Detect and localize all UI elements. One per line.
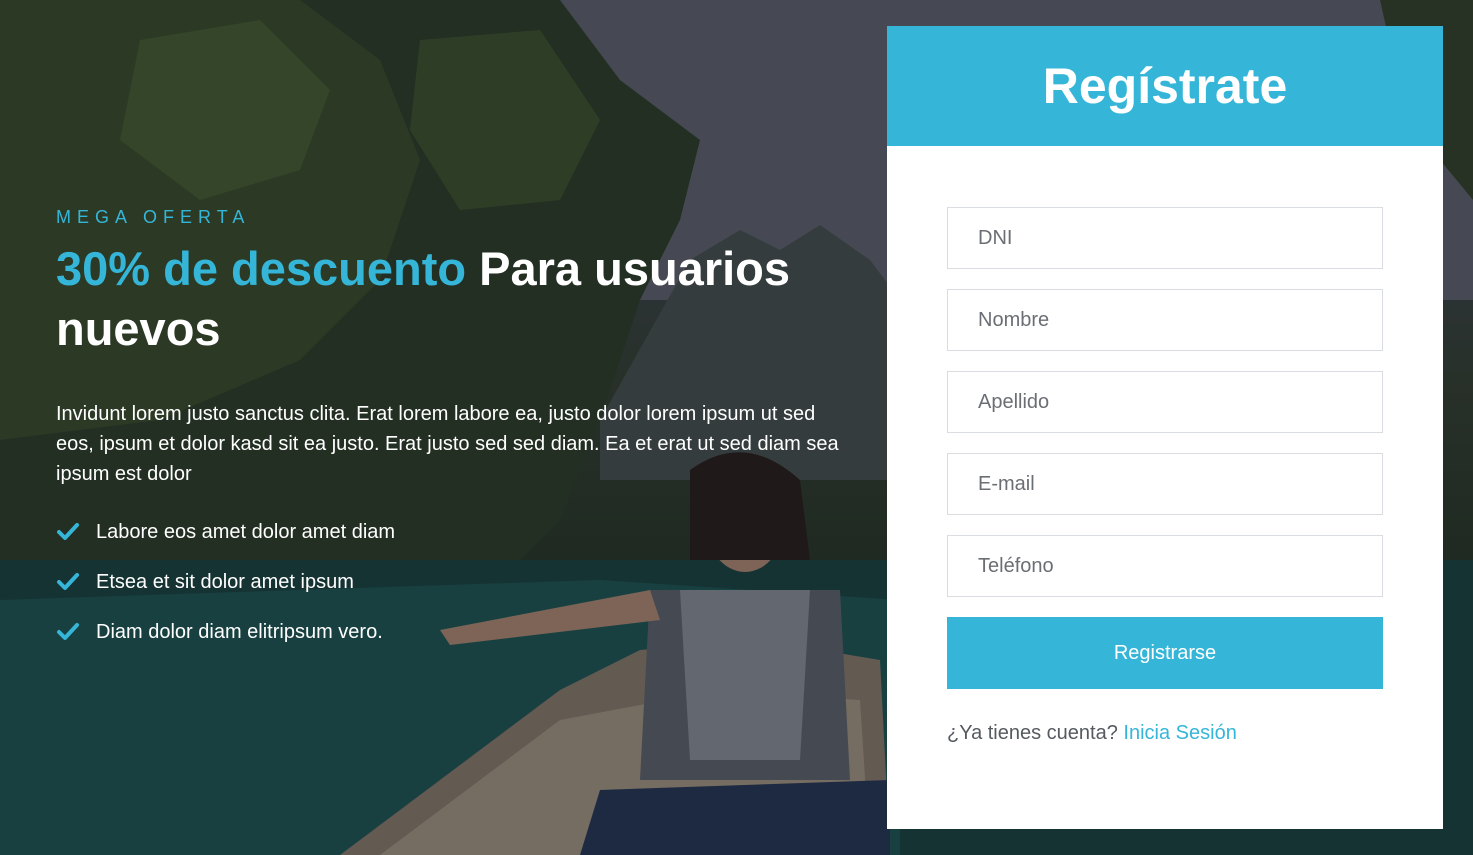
promo-section: MEGA OFERTA 30% de descuento Para usuari… — [56, 205, 856, 657]
feature-label: Etsea et sit dolor amet ipsum — [96, 570, 354, 593]
registration-card: Regístrate Registrarse ¿Ya tienes cuenta… — [887, 26, 1443, 829]
check-icon — [56, 520, 80, 544]
check-icon — [56, 570, 80, 594]
promo-headline: 30% de descuento Para usuarios nuevos — [56, 239, 856, 359]
feature-item: Etsea et sit dolor amet ipsum — [56, 557, 856, 607]
email-input[interactable] — [947, 453, 1383, 515]
login-link[interactable]: Inicia Sesión — [1123, 722, 1236, 744]
dni-input[interactable] — [947, 207, 1383, 269]
feature-label: Labore eos amet dolor amet diam — [96, 520, 396, 543]
form-title: Regístrate — [1042, 58, 1288, 114]
feature-list: Labore eos amet dolor amet diam Etsea et… — [56, 507, 856, 657]
login-prompt: ¿Ya tienes cuenta? — [947, 722, 1118, 744]
telefono-input[interactable] — [947, 535, 1383, 597]
feature-item: Diam dolor diam elitripsum vero. — [56, 607, 856, 657]
headline-accent: 30% de descuento — [56, 242, 467, 295]
login-prompt-line: ¿Ya tienes cuenta? Inicia Sesión — [947, 722, 1383, 745]
promo-eyebrow: MEGA OFERTA — [56, 207, 251, 227]
register-button[interactable]: Registrarse — [947, 617, 1383, 689]
check-icon — [56, 620, 80, 644]
nombre-input[interactable] — [947, 289, 1383, 351]
registration-form: Registrarse ¿Ya tienes cuenta? Inicia Se… — [887, 146, 1443, 745]
apellido-input[interactable] — [947, 371, 1383, 433]
feature-item: Labore eos amet dolor amet diam — [56, 507, 856, 557]
promo-description: Invidunt lorem justo sanctus clita. Erat… — [56, 403, 839, 485]
feature-label: Diam dolor diam elitripsum vero. — [96, 620, 383, 643]
card-header: Regístrate — [887, 26, 1443, 146]
